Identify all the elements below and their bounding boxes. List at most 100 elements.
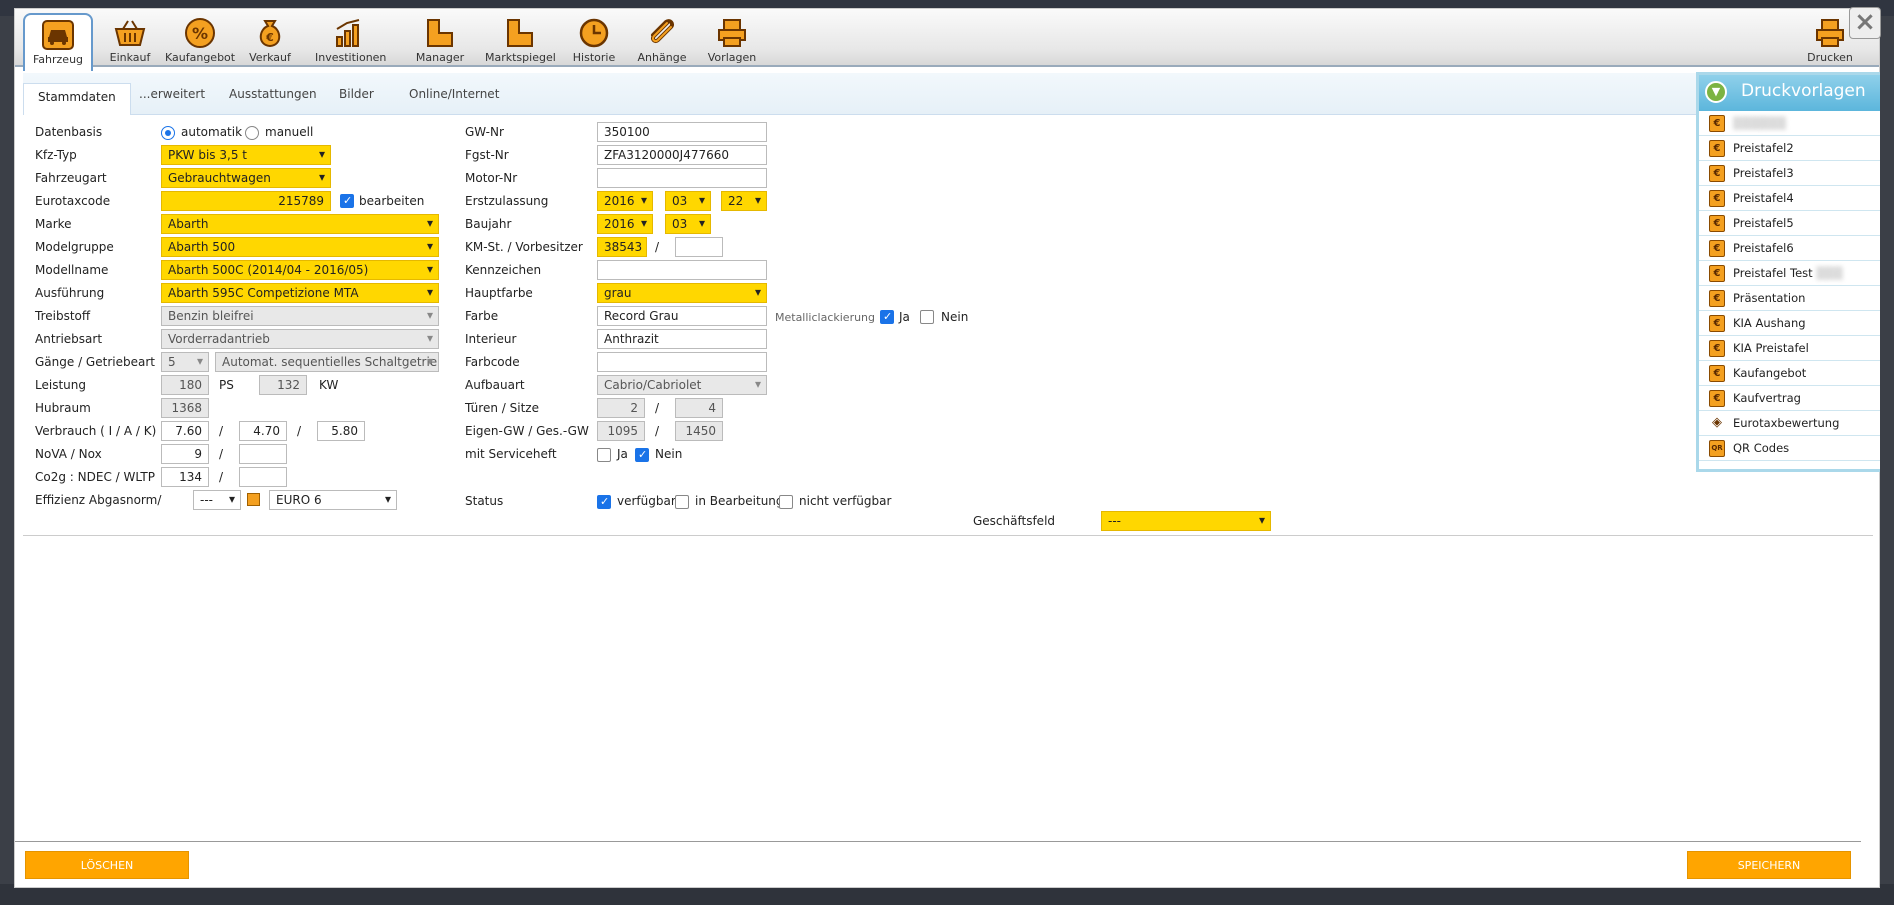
bearbeiten-checkbox[interactable]: [340, 194, 354, 208]
tab-investitionen[interactable]: Investitionen: [315, 13, 386, 67]
ez-year-select[interactable]: 2016: [597, 191, 653, 211]
interieur-input[interactable]: Anthrazit: [597, 329, 767, 349]
co2-input[interactable]: 134: [161, 467, 209, 487]
hubraum-input[interactable]: 1368: [161, 398, 209, 418]
subtab-bilder[interactable]: Bilder: [339, 87, 374, 101]
fahrzeugart-select[interactable]: Gebrauchtwagen: [161, 168, 331, 188]
template-item[interactable]: € Preistafel5: [1699, 211, 1880, 236]
gwnr-input[interactable]: 350100: [597, 122, 767, 142]
label: /: [655, 424, 660, 438]
metallic-ja-checkbox[interactable]: [880, 310, 894, 324]
radio-manuell[interactable]: [245, 126, 259, 140]
label: Geschäftsfeld: [973, 514, 1056, 528]
close-icon[interactable]: ×: [1849, 7, 1881, 39]
label: Interieur: [465, 332, 517, 346]
eurotax-input[interactable]: 215789: [161, 191, 331, 211]
status-verfuegbar-checkbox[interactable]: [597, 495, 611, 509]
tab-kaufangebot[interactable]: % Kaufangebot: [165, 13, 235, 67]
label: Verbrauch ( I / A / K): [35, 424, 157, 438]
radio-automatik[interactable]: [161, 126, 175, 140]
panel-title: Druckvorlagen: [1741, 81, 1866, 101]
bj-year-select[interactable]: 2016: [597, 214, 653, 234]
subtab-ausstattungen[interactable]: Ausstattungen: [229, 87, 317, 101]
save-button[interactable]: SPEICHERN: [1687, 851, 1851, 879]
template-item[interactable]: € Preistafel2: [1699, 136, 1880, 161]
tab-manager[interactable]: Manager: [405, 13, 475, 67]
panel-header[interactable]: ▼ Druckvorlagen: [1699, 75, 1880, 111]
kennzeichen-input[interactable]: [597, 260, 767, 280]
label: Status: [465, 494, 504, 508]
nox-input[interactable]: [239, 444, 287, 464]
abgasnorm-select[interactable]: EURO 6: [269, 490, 397, 510]
tueren-input[interactable]: 2: [597, 398, 645, 418]
marke-select[interactable]: Abarth: [161, 214, 439, 234]
subtab-erweitert[interactable]: ...erweitert: [139, 87, 205, 101]
geschaeftsfeld-select[interactable]: ---: [1101, 511, 1271, 531]
vorbesitzer-input[interactable]: [675, 237, 723, 257]
gaenge-select[interactable]: 5: [161, 352, 209, 372]
delete-button[interactable]: LÖSCHEN: [25, 851, 189, 879]
template-item[interactable]: € Preistafel Test ▒▒▒: [1699, 261, 1880, 286]
kfztyp-select[interactable]: PKW bis 3,5 t: [161, 145, 331, 165]
status-nicht-verfuegbar-checkbox[interactable]: [779, 495, 793, 509]
bj-month-select[interactable]: 03: [665, 214, 711, 234]
chevron-down-icon[interactable]: ▼: [1705, 81, 1727, 103]
tab-einkauf[interactable]: Einkauf: [95, 13, 165, 67]
template-item[interactable]: € Preistafel3: [1699, 161, 1880, 186]
template-item-blurred[interactable]: € ▒▒▒▒▒▒: [1699, 111, 1880, 136]
modelgruppe-select[interactable]: Abarth 500: [161, 237, 439, 257]
ez-day-select[interactable]: 22: [721, 191, 767, 211]
antriebsart-select[interactable]: Vorderradantrieb: [161, 329, 439, 349]
farbcode-input[interactable]: [597, 352, 767, 372]
calculator-icon[interactable]: [247, 493, 260, 506]
tab-marktspiegel[interactable]: Marktspiegel: [485, 13, 556, 67]
km-input[interactable]: 38543: [597, 237, 647, 257]
template-item[interactable]: € Preistafel4: [1699, 186, 1880, 211]
template-item[interactable]: € Preistafel6: [1699, 236, 1880, 261]
effizienz-select[interactable]: ---: [193, 490, 241, 510]
template-item[interactable]: € Präsentation: [1699, 286, 1880, 311]
modellname-select[interactable]: Abarth 500C (2014/04 - 2016/05): [161, 260, 439, 280]
tab-verkauf[interactable]: € Verkauf: [235, 13, 305, 67]
tab-fahrzeug[interactable]: Fahrzeug: [23, 13, 93, 71]
paperclip-icon: [650, 19, 675, 44]
template-item[interactable]: QR QR Codes: [1699, 436, 1880, 461]
getriebe-select[interactable]: Automat. sequentielles Schaltgetriebe: [215, 352, 439, 372]
tab-historie[interactable]: Historie: [559, 13, 629, 67]
serviceheft-nein-checkbox[interactable]: [635, 448, 649, 462]
treibstoff-select[interactable]: Benzin bleifrei: [161, 306, 439, 326]
tab-vorlagen[interactable]: Vorlagen: [697, 13, 767, 67]
template-label: Kaufangebot: [1733, 366, 1807, 380]
template-item[interactable]: € Kaufvertrag: [1699, 386, 1880, 411]
template-item[interactable]: € KIA Aushang: [1699, 311, 1880, 336]
ausfuehrung-select[interactable]: Abarth 595C Competizione MTA: [161, 283, 439, 303]
motor-input[interactable]: [597, 168, 767, 188]
ez-month-select[interactable]: 03: [665, 191, 711, 211]
gesamtgewicht-input[interactable]: 1450: [675, 421, 723, 441]
fgst-input[interactable]: ZFA3120000J477660: [597, 145, 767, 165]
wltp-input[interactable]: [239, 467, 287, 487]
aufbau-select[interactable]: Cabrio/Cabriolet: [597, 375, 767, 395]
metallic-nein-checkbox[interactable]: [920, 310, 934, 324]
subtab-online[interactable]: Online/Internet: [409, 87, 499, 101]
template-item[interactable]: ◈ Eurotaxbewertung: [1699, 411, 1880, 436]
farbe-input[interactable]: Record Grau: [597, 306, 767, 326]
tab-anhaenge[interactable]: Anhänge: [627, 13, 697, 67]
sitze-input[interactable]: 4: [675, 398, 723, 418]
template-item[interactable]: € Kaufangebot: [1699, 361, 1880, 386]
money-bag-icon: €: [259, 20, 281, 48]
status-bearbeitung-checkbox[interactable]: [675, 495, 689, 509]
nova-input[interactable]: 9: [161, 444, 209, 464]
hauptfarbe-select[interactable]: grau: [597, 283, 767, 303]
subtab-stammdaten[interactable]: Stammdaten: [23, 83, 131, 115]
eigengewicht-input[interactable]: 1095: [597, 421, 645, 441]
verbrauch-innerorts-input[interactable]: 7.60: [161, 421, 209, 441]
verbrauch-kombiniert-input[interactable]: 5.80: [317, 421, 365, 441]
blurred-label: ▒▒▒: [1816, 266, 1843, 280]
verbrauch-ausserorts-input[interactable]: 4.70: [239, 421, 287, 441]
serviceheft-ja-checkbox[interactable]: [597, 448, 611, 462]
ps-input[interactable]: 180: [161, 375, 209, 395]
template-item[interactable]: € KIA Preistafel: [1699, 336, 1880, 361]
kw-input[interactable]: 132: [259, 375, 307, 395]
label: Nein: [655, 447, 683, 461]
